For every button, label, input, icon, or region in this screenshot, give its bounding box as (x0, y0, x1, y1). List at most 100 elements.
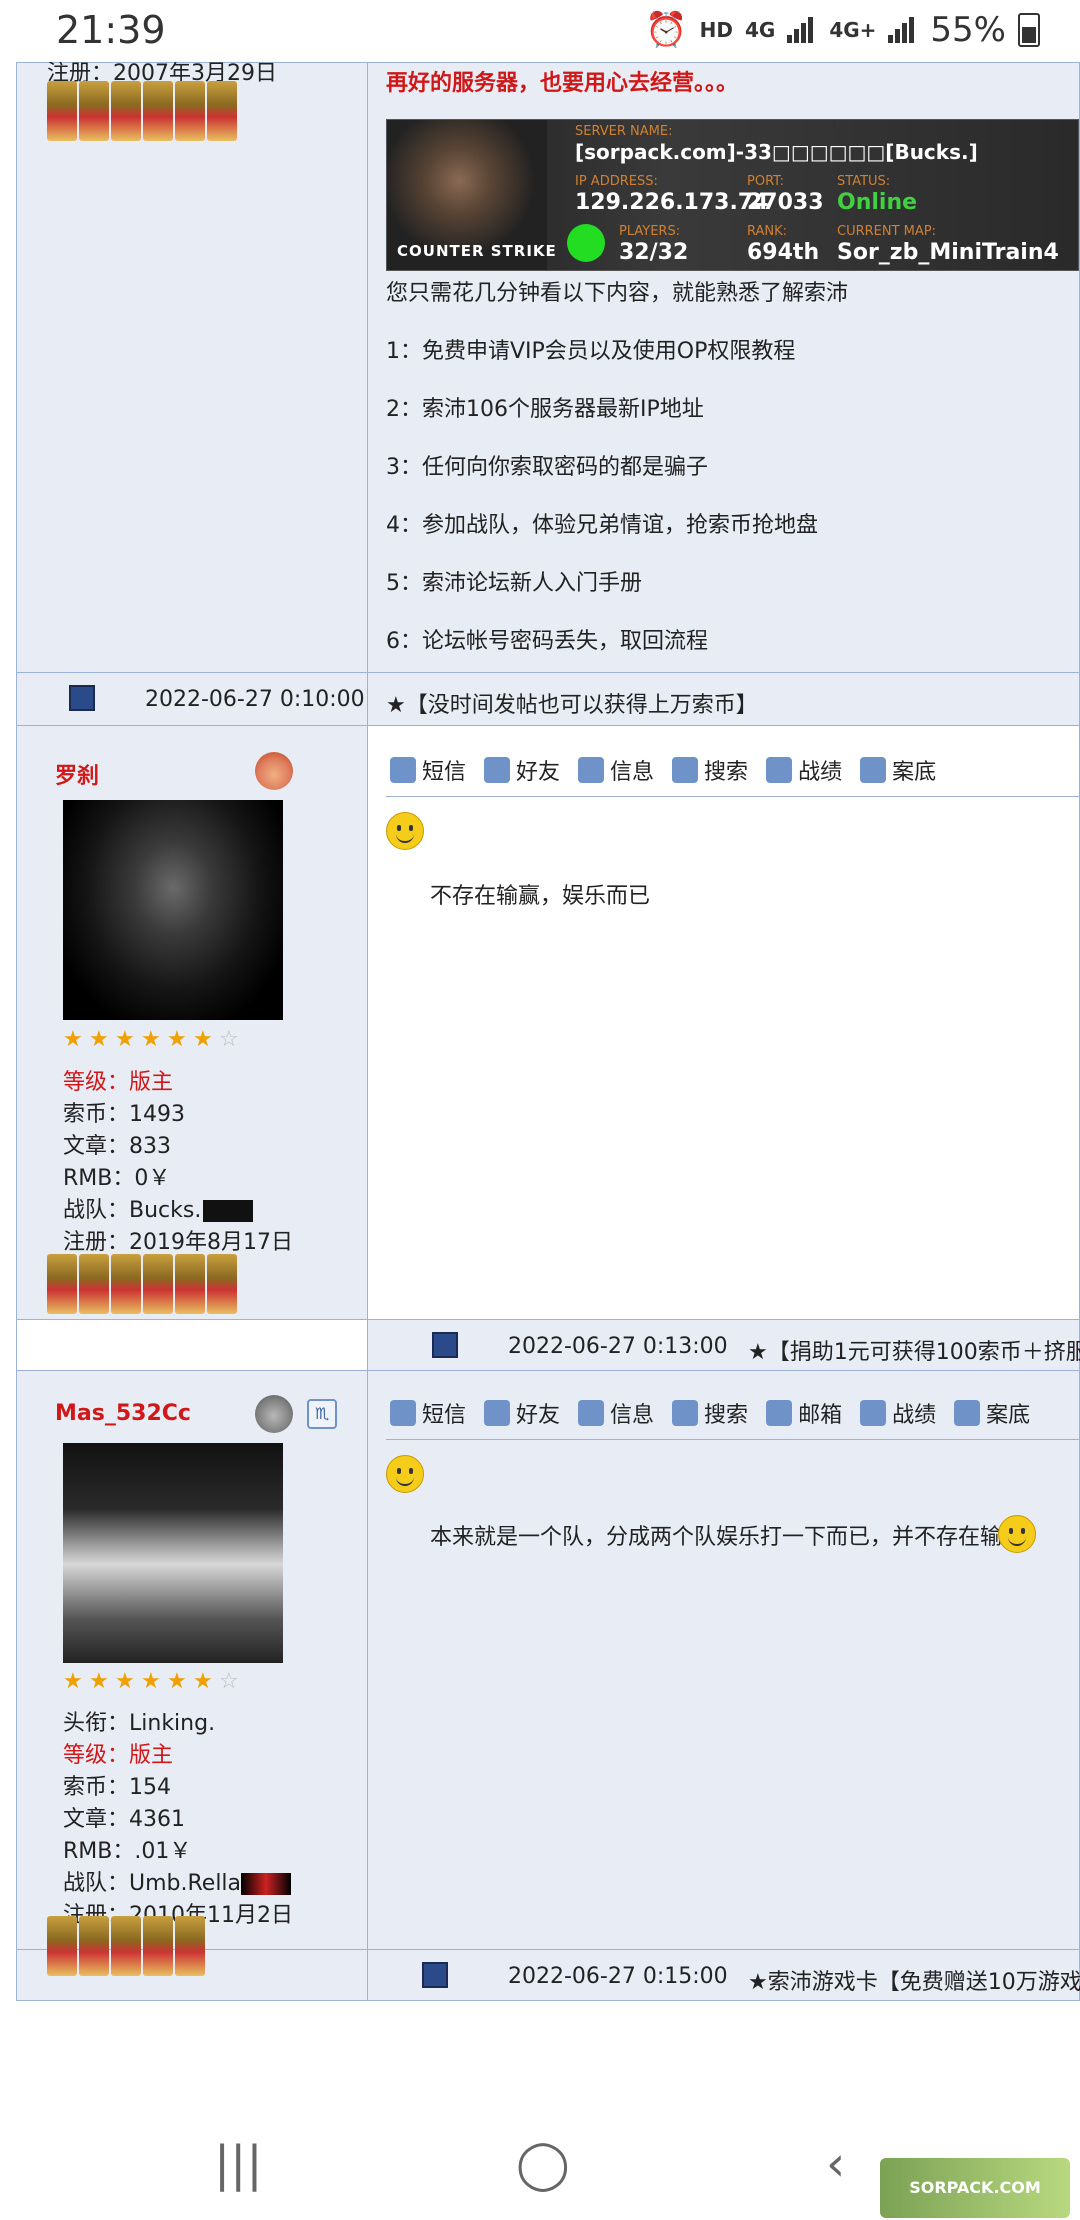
post1-headline: 再好的服务器，也要用心去经营。。。 (386, 71, 739, 96)
avatar-face-icon (255, 1395, 293, 1433)
toolbar-divider (386, 1439, 1080, 1440)
server-banner[interactable]: COUNTER STRIKE SERVER NAME: [sorpack.com… (386, 119, 1079, 271)
post3-ad-link[interactable]: ★索沛游戏卡【免费赠送10万游戏币】 (748, 1964, 1080, 1996)
post2-username[interactable]: 罗刹 (55, 758, 99, 790)
laughing-emoji-icon (998, 1515, 1036, 1553)
post2-author-cell: 罗刹 ★ ★ ★ ★ ★ ★ ☆ 等级：版主 索币：1493 文章：833 RMB：0￥ 战… (16, 725, 368, 1320)
case-icon (860, 757, 887, 783)
post1-ad-link[interactable]: ★【没时间发帖也可以获得上万索币】 (386, 687, 758, 719)
medal-icon (175, 81, 205, 141)
post2-time: 2022-06-27 0:13:00 (508, 1334, 728, 1359)
post3-toolbar: 短信 好友 信息 搜索 邮箱 战绩 案底 (390, 1397, 1030, 1429)
medal-icon (143, 1254, 173, 1314)
post1-link-6[interactable]: 6：论坛帐号密码丢失，取回流程 (386, 623, 708, 655)
map-value: Sor_zb_MiniTrain4 (837, 240, 1059, 265)
friends-icon (484, 1400, 511, 1426)
toolbar-divider (386, 796, 1080, 797)
friend-button[interactable]: 好友 (484, 754, 560, 786)
post2-toolbar: 短信 好友 信息 搜索 战绩 案底 (390, 754, 936, 786)
post1-link-5[interactable]: 5：索沛论坛新人入门手册 (386, 565, 642, 597)
post2-rating-stars: ★ ★ ★ ★ ★ ★ ☆ (63, 1029, 241, 1051)
message-button[interactable]: 短信 (390, 1397, 466, 1429)
network-4gplus-label: 4G+ (829, 18, 877, 42)
star-icon: ★ (89, 1669, 109, 1694)
post1-link-1[interactable]: 1：免费申请VIP会员以及使用OP权限教程 (386, 333, 795, 365)
post2-content-cell: 短信 好友 信息 搜索 战绩 案底 不存在输赢，娱乐而已 (367, 725, 1080, 1320)
post1-author-cell: 注册：2007年3月29日 (16, 61, 368, 673)
message-icon (390, 1400, 416, 1426)
star-icon: ★ (63, 1027, 83, 1052)
medal-icon (79, 81, 109, 141)
info-icon (578, 1400, 605, 1426)
home-button[interactable]: ◯ (516, 2136, 570, 2192)
battery-percent: 55% (930, 10, 1006, 50)
star-icon: ★ (167, 1669, 187, 1694)
post1-footer-right: ★【没时间发帖也可以获得上万索币】 (367, 672, 1080, 726)
info-button[interactable]: 信息 (578, 754, 654, 786)
post2-footer-left (16, 1319, 368, 1371)
network-4g-label: 4G (744, 18, 776, 42)
star-icon: ★ (115, 1669, 135, 1694)
post1-link-3[interactable]: 3：任何向你索取密码的都是骗子 (386, 449, 708, 481)
soldier-icon (766, 757, 793, 783)
post3-time: 2022-06-27 0:15:00 (508, 1964, 728, 1989)
post1-time: 2022-06-27 0:10:00 (145, 687, 365, 712)
post3-content-cell: 短信 好友 信息 搜索 邮箱 战绩 案底 本来就是一个队，分成两个队娱乐打一下而… (367, 1370, 1080, 1950)
medal-icon (175, 1254, 205, 1314)
case-icon (954, 1400, 981, 1426)
recent-apps-button[interactable]: ||| (214, 2136, 263, 2192)
mail-icon (766, 1400, 793, 1426)
message-button[interactable]: 短信 (390, 754, 466, 786)
post2-ad-link[interactable]: ★【捐助1元可获得100索币＋挤服通道 (748, 1334, 1080, 1366)
medal-icon (111, 1916, 141, 1976)
post1-link-4[interactable]: 4：参加战队，体验兄弟情谊，抢索币抢地盘 (386, 507, 818, 539)
post3-title: 头衔：Linking. (63, 1711, 216, 1736)
post3-author-cell: Mas_532Cc ♏ ★ ★ ★ ★ ★ ★ ☆ 头衔：Linking. 等级：版主 索币… (16, 1370, 368, 1950)
info-icon (578, 757, 605, 783)
post1-link-2[interactable]: 2：索沛106个服务器最新IP地址 (386, 391, 704, 423)
signal-icon-2 (888, 15, 918, 45)
post2-level: 等级：版主 (63, 1070, 174, 1095)
star-icon: ★ (193, 1027, 213, 1052)
post3-username[interactable]: Mas_532Cc (55, 1401, 191, 1426)
medal-icon (143, 1916, 173, 1976)
friends-icon (484, 757, 511, 783)
clock: 21:39 (56, 8, 166, 52)
post3-level: 等级：版主 (63, 1743, 174, 1768)
search-button[interactable]: 搜索 (672, 1397, 748, 1429)
post2-avatar[interactable] (63, 800, 283, 1020)
friend-button[interactable]: 好友 (484, 1397, 560, 1429)
online-indicator (567, 224, 605, 262)
status-bar: 21:39 ⏰ HD 4G 4G+ 55% (0, 0, 1080, 62)
status-value: Online (837, 190, 918, 215)
post3-footer-left (16, 1916, 368, 2001)
post1-footer-left: 2022-06-27 0:10:00 (16, 672, 368, 726)
soldier-icon (860, 1400, 887, 1426)
search-button[interactable]: 搜索 (672, 754, 748, 786)
case-button[interactable]: 案底 (860, 754, 936, 786)
case-button[interactable]: 案底 (954, 1397, 1030, 1429)
post2-rmb: RMB：0￥ (63, 1166, 171, 1191)
post2-coins: 索币：1493 (63, 1102, 185, 1127)
mailbox-button[interactable]: 邮箱 (766, 1397, 842, 1429)
info-button[interactable]: 信息 (578, 1397, 654, 1429)
record-button[interactable]: 战绩 (860, 1397, 936, 1429)
ip-label: IP ADDRESS: (575, 174, 658, 189)
medal-icon (175, 1916, 205, 1976)
record-button[interactable]: 战绩 (766, 754, 842, 786)
rank-value: 694th (747, 240, 820, 265)
post3-avatar[interactable] (63, 1443, 283, 1663)
battery-icon (1018, 13, 1040, 47)
forum-thread: 注册：2007年3月29日 再好的服务器，也要用心去经营。。。 COUNTER … (16, 61, 1080, 2010)
team-flag-icon (203, 1200, 254, 1222)
search-icon (672, 757, 699, 783)
map-label: CURRENT MAP: (837, 224, 936, 239)
post3-medals (47, 1916, 205, 1976)
medal-icon (143, 81, 173, 141)
back-button[interactable]: ‹ (826, 2136, 845, 2192)
post3-team: 战队：Umb.Rella (63, 1865, 292, 1897)
search-icon (672, 1400, 699, 1426)
post3-message: 本来就是一个队，分成两个队娱乐打一下而已，并不存在输赢 (430, 1525, 1025, 1550)
medal-icon (111, 81, 141, 141)
port-label: PORT: (747, 174, 785, 189)
